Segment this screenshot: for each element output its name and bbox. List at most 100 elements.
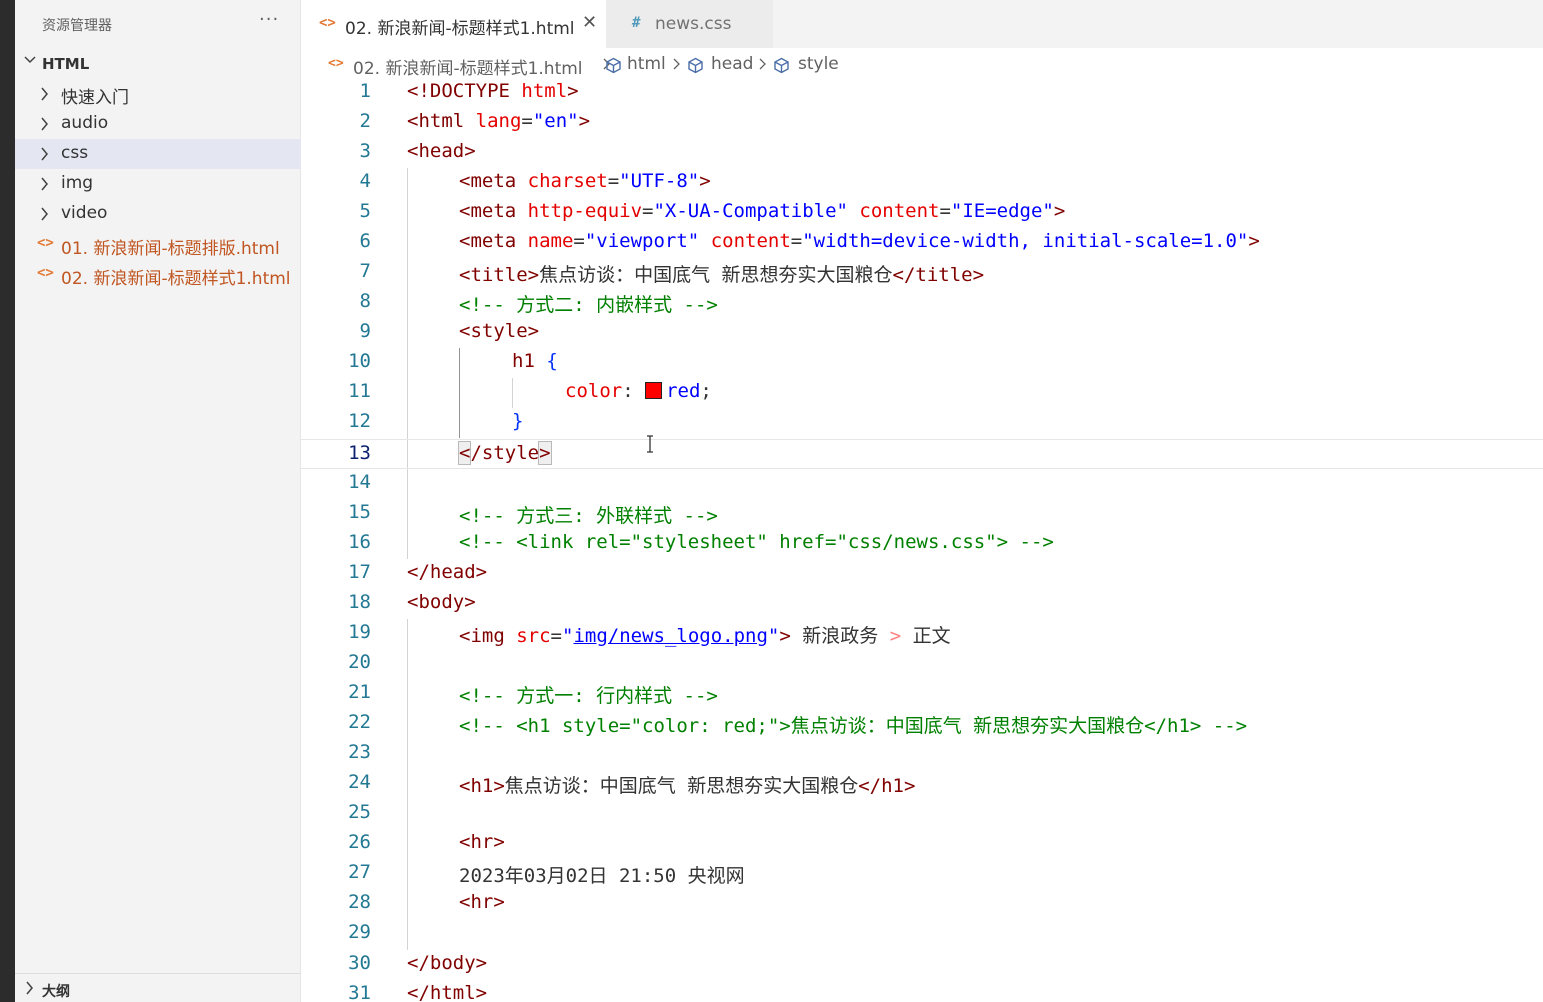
code-line[interactable]: 25 [301, 799, 1543, 829]
tree-folder-img[interactable]: img [15, 169, 301, 199]
code-token: ; [700, 380, 712, 402]
code-line[interactable]: 6 <meta name="viewport" content="width=d… [301, 228, 1543, 258]
code-line[interactable]: 11 color: red; [301, 378, 1543, 408]
code-token: </title> [892, 264, 985, 286]
line-content: <!DOCTYPE html> [407, 80, 579, 102]
breadcrumb-file[interactable]: 02. 新浪新闻-标题样式1.html [353, 54, 583, 79]
code-line[interactable]: 24 <h1>焦点访谈：中国底气 新思想夯实大国粮仓</h1> [301, 769, 1543, 799]
tree-folder-audio[interactable]: audio [15, 109, 301, 139]
line-number: 5 [359, 200, 371, 222]
line-content: 2023年03月02日 21:50 央视网 [459, 865, 745, 887]
line-number: 31 [348, 982, 371, 1002]
code-line[interactable]: 28 <hr> [301, 889, 1543, 919]
code-line[interactable]: 12 } [301, 408, 1543, 438]
code-line[interactable]: 18 <body> [301, 589, 1543, 619]
line-number: 27 [348, 861, 371, 883]
code-line[interactable]: 29 [301, 919, 1543, 949]
code-token: > [538, 441, 552, 465]
line-number: 23 [348, 741, 371, 763]
breadcrumb-style[interactable]: style [798, 54, 839, 74]
code-token: = [790, 230, 803, 252]
code-token: <title> [459, 264, 540, 286]
code-line[interactable]: 5 <meta http-equiv="X-UA-Compatible" con… [301, 198, 1543, 228]
code-token: = [939, 200, 951, 222]
color-swatch[interactable] [645, 382, 663, 399]
root-folder-label: HTML [42, 55, 90, 73]
code-token: html [521, 80, 568, 102]
explorer-title: 资源管理器 [42, 18, 112, 34]
line-content: <title>焦点访谈：中国底气 新思想夯实大国粮仓</title> [459, 260, 984, 287]
tree-folder-video[interactable]: video [15, 199, 301, 229]
chevron-right-icon [26, 981, 33, 995]
tree-item-label: video [61, 203, 108, 223]
code-token: "viewport" [584, 230, 700, 252]
line-number: 3 [359, 140, 371, 162]
code-line[interactable]: 8 <!-- 方式二: 内嵌样式 --> [301, 288, 1543, 318]
code-line[interactable]: 23 [301, 739, 1543, 769]
code-line[interactable]: 14 [301, 469, 1543, 499]
line-content: <!-- 方式二: 内嵌样式 --> [459, 294, 718, 316]
code-line[interactable]: 31 </html> [301, 980, 1543, 1002]
element-cube-icon [688, 57, 703, 74]
code-token: 正文 [901, 625, 951, 647]
tab-news-css[interactable]: # news.css [606, 0, 773, 48]
line-number: 18 [348, 591, 371, 613]
code-line[interactable]: 2 <html lang="en"> [301, 108, 1543, 138]
code-line[interactable]: 4 <meta charset="UTF-8"> [301, 168, 1543, 198]
code-token: = [550, 625, 562, 647]
code-token: "IE=edge" [950, 200, 1054, 222]
code-token: > [889, 625, 902, 647]
code-line[interactable]: 30 </body> [301, 950, 1543, 980]
chevron-down-icon [24, 56, 36, 64]
line-content: <meta name="viewport" content="width=dev… [459, 230, 1260, 252]
code-token: <meta [459, 230, 528, 252]
close-icon[interactable]: ✕ [582, 12, 597, 33]
code-line[interactable]: 21 <!-- 方式一: 行内样式 --> [301, 679, 1543, 709]
html-file-icon: <> [37, 235, 54, 251]
code-line[interactable]: 19 <img src="img/news_logo.png"> 新浪政务 > … [301, 619, 1543, 649]
tree-item-label: img [61, 173, 94, 193]
code-line[interactable]: 16 <!-- <link rel="stylesheet" href="css… [301, 529, 1543, 559]
code-link[interactable]: img/news_logo.png [573, 625, 767, 647]
code-line[interactable]: 20 [301, 649, 1543, 679]
root-folder-html[interactable]: HTML [15, 50, 301, 78]
text-cursor-icon [647, 435, 653, 453]
chevron-right-icon [41, 87, 48, 101]
tree-item-label: 02. 新浪新闻-标题样式1.html [61, 269, 291, 289]
code-line-current[interactable]: 13 </style> [301, 439, 1543, 469]
line-number: 29 [348, 921, 371, 943]
tree-folder-quickstart[interactable]: 快速入门 [15, 79, 301, 109]
line-content: <meta charset="UTF-8"> [459, 170, 711, 192]
code-line[interactable]: 10 h1 { [301, 348, 1543, 378]
code-line[interactable]: 3 <head> [301, 138, 1543, 168]
outline-section[interactable]: 大纲 [15, 973, 301, 1002]
code-line[interactable]: 22 <!-- <h1 style="color: red;">焦点访谈：中国底… [301, 709, 1543, 739]
line-number: 12 [348, 410, 371, 432]
line-number: 10 [348, 350, 371, 372]
code-line[interactable]: 17 </head> [301, 559, 1543, 589]
tree-file-01[interactable]: <> 01. 新浪新闻-标题排版.html [15, 230, 301, 260]
code-line[interactable]: 1 <!DOCTYPE html> [301, 78, 1543, 108]
element-cube-icon [774, 57, 789, 74]
html-file-icon: <> [319, 15, 336, 31]
more-actions-icon[interactable]: ··· [259, 9, 279, 30]
breadcrumb-head[interactable]: head [711, 54, 753, 74]
tree-file-02[interactable]: <> 02. 新浪新闻-标题样式1.html [15, 260, 301, 290]
code-token: > [578, 110, 591, 132]
code-line[interactable]: 27 2023年03月02日 21:50 央视网 [301, 859, 1543, 889]
code-line[interactable]: 9 <style> [301, 318, 1543, 348]
code-line[interactable]: 15 <!-- 方式三: 外联样式 --> [301, 499, 1543, 529]
tree-item-label: 01. 新浪新闻-标题排版.html [61, 239, 280, 259]
tree-folder-css[interactable]: css [15, 139, 301, 169]
breadcrumb-html[interactable]: html [627, 54, 666, 74]
code-token: name [527, 230, 574, 252]
tree-item-label: 快速入门 [61, 88, 129, 108]
line-content: <img src="img/news_logo.png"> 新浪政务 > 正文 [459, 621, 951, 648]
tab-html-file[interactable]: <> 02. 新浪新闻-标题样式1.html ✕ [301, 0, 606, 48]
code-line[interactable]: 26 <hr> [301, 829, 1543, 859]
code-line[interactable]: 7 <title>焦点访谈：中国底气 新思想夯实大国粮仓</title> [301, 258, 1543, 288]
explorer-sidebar: 资源管理器 ··· HTML 快速入门 audio css img video … [15, 0, 301, 1002]
line-number: 26 [348, 831, 371, 853]
code-token: <!DOCTYPE [407, 80, 522, 102]
code-token: "en" [532, 110, 579, 132]
